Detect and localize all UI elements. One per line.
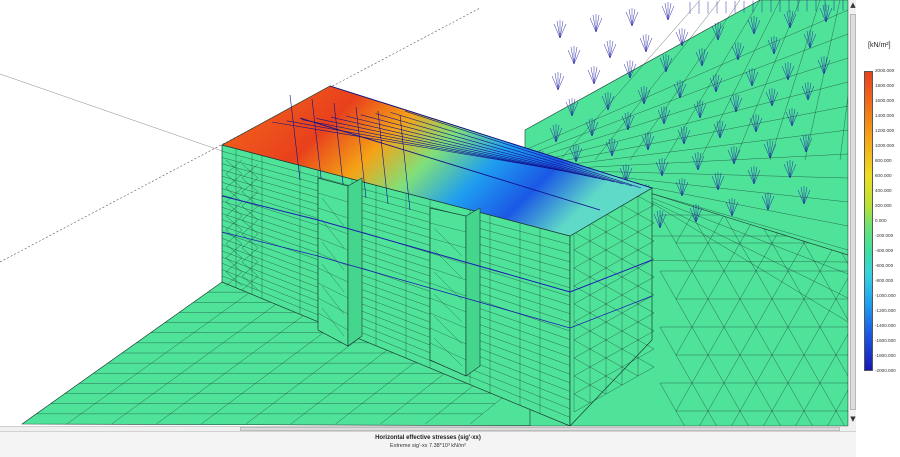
result-caption: Horizontal effective stresses (sig'-xx) …	[0, 431, 856, 457]
legend-tick: -800.000	[875, 278, 894, 283]
legend-tick: 2000.000	[875, 68, 895, 73]
legend-unit: [kN/m²]	[868, 42, 891, 49]
legend-tick: -600.000	[875, 263, 894, 268]
legend-tick: 800.000	[875, 158, 892, 163]
legend-tick: -1600.000	[875, 338, 896, 343]
model-viewport[interactable]	[0, 0, 848, 426]
legend-tick: 1800.000	[875, 83, 895, 88]
fem-3d-model	[0, 0, 848, 426]
legend-tick: -1800.000	[875, 353, 896, 358]
legend-tick: 1600.000	[875, 98, 895, 103]
legend-tick: 600.000	[875, 173, 892, 178]
legend-tick: 1400.000	[875, 113, 895, 118]
legend-tick: 200.000	[875, 203, 892, 208]
legend-tick: 1200.000	[875, 128, 895, 133]
legend-tick: -1200.000	[875, 308, 896, 313]
legend-tick: 0.000	[875, 218, 887, 223]
legend-tick: -1400.000	[875, 323, 896, 328]
stress-legend: [kN/m²] 2000.000 1800.000 1600.000 1400.000…	[856, 0, 900, 426]
legend-tick: -200.000	[875, 233, 894, 238]
result-title: Horizontal effective stresses (sig'-xx)	[375, 435, 481, 441]
legend-tick: -1000.000	[875, 293, 896, 298]
legend-tick: -2000.000	[875, 368, 896, 373]
result-extreme-value: Extreme sig'-xx 7.38*10³ kN/m²	[390, 443, 466, 449]
legend-tick: -400.000	[875, 248, 894, 253]
legend-tick: 1000.000	[875, 143, 895, 148]
legend-color-bar	[864, 71, 873, 371]
legend-tick: 400.000	[875, 188, 892, 193]
